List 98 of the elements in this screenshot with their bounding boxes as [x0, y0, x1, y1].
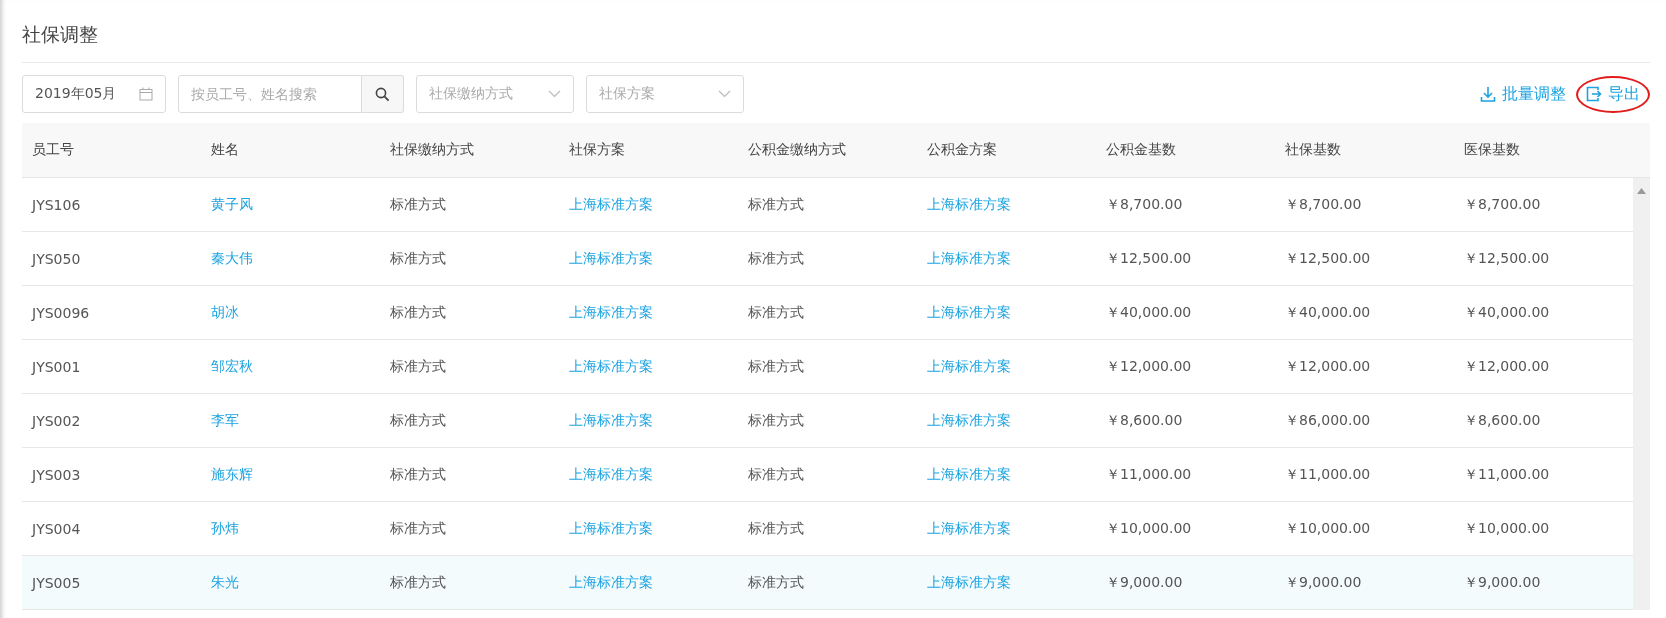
- cell-link[interactable]: 上海标准方案: [927, 249, 1011, 266]
- search-icon: [375, 86, 390, 102]
- cell-link[interactable]: 施东辉: [211, 465, 253, 482]
- cell-link[interactable]: 上海标准方案: [569, 195, 653, 212]
- table-cell: 标准方式: [390, 573, 446, 590]
- table-cell: 标准方式: [748, 465, 804, 482]
- cell-link[interactable]: 朱光: [211, 573, 239, 590]
- table-cell: 标准方式: [748, 573, 804, 590]
- table-cell: ￥12,500.00: [1106, 249, 1192, 266]
- column-header: 公积金缴纳方式: [747, 141, 847, 159]
- scroll-up-icon: [1637, 188, 1646, 194]
- scrollbar[interactable]: [1633, 178, 1650, 610]
- cell-link[interactable]: 上海标准方案: [927, 195, 1011, 212]
- column-header: 公积金方案: [926, 141, 998, 159]
- table-cell: JYS003: [32, 466, 81, 483]
- cell-link[interactable]: 上海标准方案: [927, 519, 1011, 536]
- table-cell: ￥9,000.00: [1106, 573, 1183, 590]
- page-title: 社保调整: [22, 22, 99, 47]
- table-cell: ￥11,000.00: [1285, 465, 1371, 482]
- table-cell: ￥12,000.00: [1285, 357, 1371, 374]
- column-header: 医保基数: [1463, 141, 1521, 159]
- table-cell: ￥8,600.00: [1106, 411, 1183, 428]
- table-cell: ￥40,000.00: [1464, 303, 1550, 320]
- table-cell: 标准方式: [748, 195, 804, 212]
- table-cell: ￥12,500.00: [1285, 249, 1371, 266]
- chevron-icon: [548, 90, 561, 98]
- table-cell: 标准方式: [748, 411, 804, 428]
- table-cell: ￥40,000.00: [1106, 303, 1192, 320]
- cell-link[interactable]: 上海标准方案: [569, 465, 653, 482]
- table-cell: JYS005: [32, 574, 81, 591]
- table-cell: ￥9,000.00: [1464, 573, 1541, 590]
- table-row[interactable]: JYS005 朱光 标准方式 上海标准方案 标准方式 上海标准方案 ￥9,000.00 ￥9,000.00 ￥9,000.00: [22, 556, 1633, 610]
- search-button[interactable]: [362, 75, 404, 113]
- cell-link[interactable]: 上海标准方案: [569, 411, 653, 428]
- table-cell: 标准方式: [748, 357, 804, 374]
- table-cell: 标准方式: [390, 411, 446, 428]
- cell-link[interactable]: 孙炜: [211, 519, 239, 536]
- table-cell: 标准方式: [390, 465, 446, 482]
- table-cell: 标准方式: [390, 195, 446, 212]
- column-header: 社保方案: [568, 141, 626, 159]
- table-cell: ￥11,000.00: [1106, 465, 1192, 482]
- table-cell: ￥12,000.00: [1106, 357, 1192, 374]
- table-cell: ￥12,500.00: [1464, 249, 1550, 266]
- table-cell: ￥8,700.00: [1285, 195, 1362, 212]
- cell-link[interactable]: 上海标准方案: [569, 303, 653, 320]
- chevron-icon: [718, 90, 731, 98]
- cell-link[interactable]: 上海标准方案: [927, 357, 1011, 374]
- cell-link[interactable]: 胡冰: [211, 303, 239, 320]
- column-header: 员工号: [31, 141, 75, 159]
- cell-link[interactable]: 上海标准方案: [569, 357, 653, 374]
- table-cell: 标准方式: [748, 519, 804, 536]
- dropdown-field[interactable]: 社保缴纳方式: [416, 75, 574, 113]
- cell-link[interactable]: 邹宏秋: [211, 357, 253, 374]
- column-header: 社保基数: [1284, 141, 1342, 159]
- table-cell: ￥40,000.00: [1285, 303, 1371, 320]
- table-cell: JYS004: [32, 520, 81, 537]
- table-cell: ￥8,700.00: [1106, 195, 1183, 212]
- batch-adjust-link[interactable]: 批量调整: [1476, 79, 1570, 109]
- table-cell: 标准方式: [390, 249, 446, 266]
- cell-link[interactable]: 上海标准方案: [927, 303, 1011, 320]
- column-header: 公积金基数: [1105, 141, 1177, 159]
- table-cell: ￥9,000.00: [1285, 573, 1362, 590]
- cell-link[interactable]: 黄子风: [211, 195, 253, 212]
- table-cell: 标准方式: [390, 303, 446, 320]
- cell-link[interactable]: 上海标准方案: [569, 249, 653, 266]
- cell-link[interactable]: 李军: [211, 411, 239, 428]
- export-icon: [1586, 86, 1602, 102]
- column-header: 姓名: [210, 141, 240, 159]
- cell-link[interactable]: 上海标准方案: [927, 573, 1011, 590]
- table-cell: ￥10,000.00: [1464, 519, 1550, 536]
- table-cell: JYS106: [32, 196, 81, 213]
- table-cell: JYS002: [32, 412, 81, 429]
- table-cell: ￥12,000.00: [1464, 357, 1550, 374]
- month-picker[interactable]: 2019年05月: [22, 75, 166, 113]
- table-cell: ￥86,000.00: [1285, 411, 1371, 428]
- table-cell: ￥10,000.00: [1285, 519, 1371, 536]
- download-icon: [1480, 86, 1496, 102]
- column-header: 社保缴纳方式: [389, 141, 475, 159]
- table-cell: JYS0096: [32, 304, 90, 321]
- table-cell: 标准方式: [390, 357, 446, 374]
- table-cell: 标准方式: [390, 519, 446, 536]
- table-cell: ￥10,000.00: [1106, 519, 1192, 536]
- table-cell: JYS050: [32, 250, 81, 267]
- cell-link[interactable]: 上海标准方案: [927, 465, 1011, 482]
- cell-link[interactable]: 上海标准方案: [927, 411, 1011, 428]
- search-field[interactable]: 按员工号、姓名搜索: [178, 75, 362, 113]
- table-cell: ￥8,600.00: [1464, 411, 1541, 428]
- export-link[interactable]: 导出: [1576, 75, 1650, 113]
- table-cell: ￥11,000.00: [1464, 465, 1550, 482]
- table-cell: ￥8,700.00: [1464, 195, 1541, 212]
- cell-link[interactable]: 秦大伟: [211, 249, 253, 266]
- calendar-icon: [139, 87, 153, 101]
- table-cell: 标准方式: [748, 249, 804, 266]
- table-cell: JYS001: [32, 358, 81, 375]
- dropdown-field[interactable]: 社保方案: [586, 75, 744, 113]
- cell-link[interactable]: 上海标准方案: [569, 519, 653, 536]
- cell-link[interactable]: 上海标准方案: [569, 573, 653, 590]
- table-cell: 标准方式: [748, 303, 804, 320]
